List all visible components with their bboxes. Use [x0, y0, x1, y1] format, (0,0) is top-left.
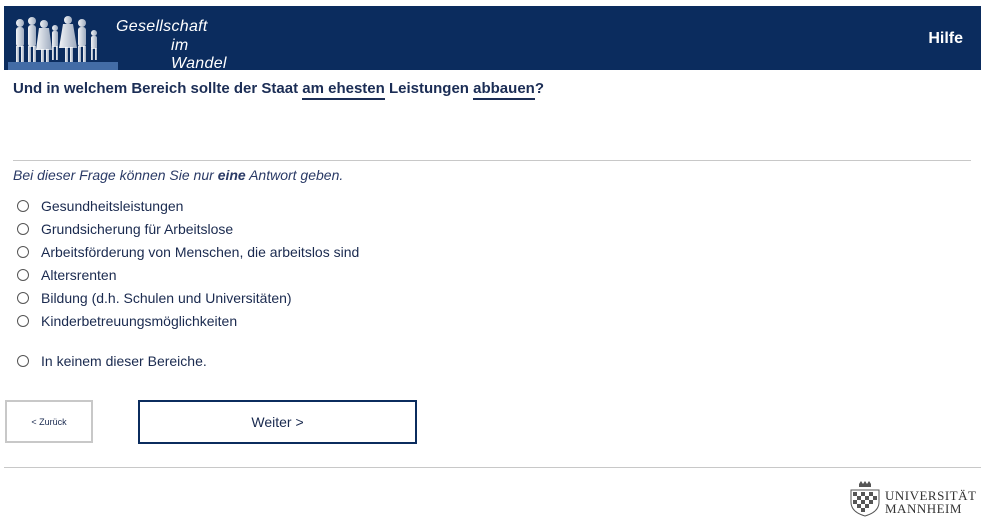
- instruction-part-1: Bei dieser Frage können Sie nur: [13, 167, 218, 183]
- divider-bottom: [4, 467, 981, 468]
- option-label: In keinem dieser Bereiche.: [41, 352, 207, 369]
- radio-button[interactable]: [17, 291, 29, 304]
- instruction-part-2: Antwort geben.: [245, 167, 344, 183]
- option-gesundheitsleistungen[interactable]: Gesundheitsleistungen: [16, 194, 359, 217]
- option-label: Kinderbetreuungsmöglichkeiten: [41, 312, 238, 329]
- option-label: Bildung (d.h. Schulen und Universitäten): [41, 289, 292, 306]
- option-label: Arbeitsförderung von Menschen, die arbei…: [41, 243, 360, 260]
- radio-button[interactable]: [17, 354, 29, 367]
- answer-options: Gesundheitsleistungen Grundsicherung für…: [16, 194, 359, 372]
- instruction-text: Bei dieser Frage können Sie nur eine Ant…: [13, 167, 343, 183]
- next-button[interactable]: Weiter >: [138, 400, 417, 444]
- help-link[interactable]: Hilfe: [928, 30, 963, 48]
- option-label: Gesundheitsleistungen: [41, 197, 184, 214]
- option-kinderbetreuung[interactable]: Kinderbetreuungsmöglichkeiten: [16, 309, 359, 332]
- radio-button[interactable]: [17, 245, 29, 258]
- gesellschaft-im-wandel-logo: Gesellschaft im Wandel: [8, 6, 248, 72]
- option-arbeitsfoerderung[interactable]: Arbeitsförderung von Menschen, die arbei…: [16, 240, 359, 263]
- radio-button[interactable]: [17, 268, 29, 281]
- universitaet-mannheim-logo: UNIVERSITÄT MANNHEIM: [848, 480, 984, 520]
- question-emphasis-1: am ehesten: [302, 80, 385, 100]
- divider-top: [13, 160, 971, 161]
- option-label: Grundsicherung für Arbeitslose: [41, 220, 234, 237]
- header-bar: Gesellschaft im Wandel Hilfe: [4, 6, 981, 72]
- option-altersrenten[interactable]: Altersrenten: [16, 263, 359, 286]
- radio-button[interactable]: [17, 199, 29, 212]
- university-crest-icon: [850, 481, 880, 517]
- option-keinem-bereich[interactable]: In keinem dieser Bereiche.: [16, 349, 359, 372]
- radio-button[interactable]: [17, 314, 29, 327]
- university-name-line-2: MANNHEIM: [885, 501, 962, 516]
- option-grundsicherung[interactable]: Grundsicherung für Arbeitslose: [16, 217, 359, 240]
- question-part-1: Und in welchem Bereich sollte der Staat: [13, 80, 303, 97]
- instruction-emphasis: eine: [217, 167, 246, 183]
- back-button[interactable]: < Zurück: [5, 400, 93, 443]
- question-emphasis-2: abbauen: [473, 80, 535, 100]
- question-text: Und in welchem Bereich sollte der Staat …: [13, 80, 544, 100]
- question-part-3: ?: [534, 80, 544, 97]
- people-silhouettes-icon: [8, 16, 118, 70]
- university-name: UNIVERSITÄT MANNHEIM: [885, 489, 976, 515]
- brand-line-1: Gesellschaft: [116, 18, 208, 35]
- option-bildung[interactable]: Bildung (d.h. Schulen und Universitäten): [16, 286, 359, 309]
- brand-line-2: im Wandel: [171, 37, 227, 72]
- question-part-2: Leistungen: [384, 80, 474, 97]
- radio-button[interactable]: [17, 222, 29, 235]
- option-label: Altersrenten: [41, 266, 117, 283]
